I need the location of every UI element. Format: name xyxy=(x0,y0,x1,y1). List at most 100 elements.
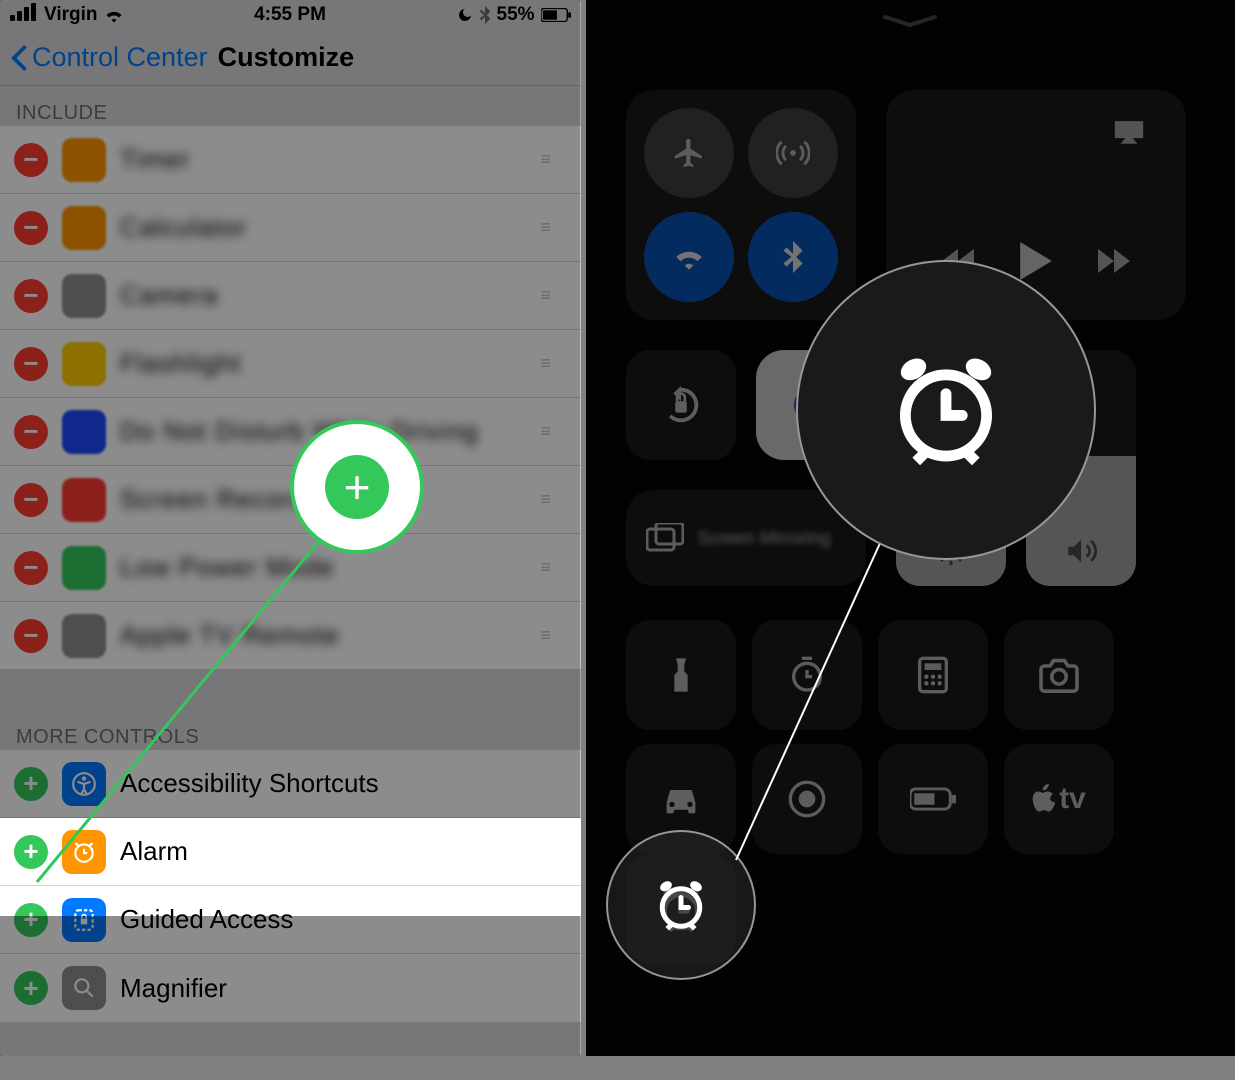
row-label: Timer xyxy=(120,144,541,175)
apple-tv-label: tv xyxy=(1059,782,1086,816)
calculator-button[interactable] xyxy=(878,620,988,730)
more-row-alarm[interactable]: + Alarm xyxy=(0,818,581,886)
wifi-icon xyxy=(104,7,124,23)
chevron-left-icon xyxy=(10,45,28,71)
clock-time: 4:55 PM xyxy=(254,4,326,26)
row-label: Calculator xyxy=(120,212,541,243)
row-label: Alarm xyxy=(120,836,567,867)
row-label: Low Power Mode xyxy=(120,552,541,583)
remove-button[interactable]: − xyxy=(14,211,48,245)
remove-button[interactable]: − xyxy=(14,143,48,177)
remove-button[interactable]: − xyxy=(14,347,48,381)
orientation-lock-toggle[interactable] xyxy=(626,350,736,460)
row-label: Magnifier xyxy=(120,973,567,1004)
signal-bars-icon xyxy=(10,3,38,27)
remove-button[interactable]: − xyxy=(14,551,48,585)
include-row[interactable]: − Apple TV Remote ≡ xyxy=(0,602,581,670)
add-button[interactable]: + xyxy=(14,903,48,937)
prev-track-icon[interactable] xyxy=(941,249,975,273)
more-row-magnifier[interactable]: + Magnifier xyxy=(0,954,581,1022)
screen-mirroring-label: Screen Mirroring xyxy=(698,528,831,549)
plus-icon: + xyxy=(325,455,389,519)
calculator-icon xyxy=(62,206,106,250)
back-button-label: Control Center xyxy=(32,42,208,73)
low-power-icon xyxy=(62,546,106,590)
row-label: Apple TV Remote xyxy=(120,620,541,651)
add-button[interactable]: + xyxy=(14,971,48,1005)
flashlight-button[interactable] xyxy=(626,620,736,730)
include-row[interactable]: − Calculator ≡ xyxy=(0,194,581,262)
timer-button[interactable] xyxy=(752,620,862,730)
accessibility-icon xyxy=(62,762,106,806)
do-not-disturb-toggle[interactable] xyxy=(756,350,866,460)
screen-record-button[interactable] xyxy=(752,744,862,854)
screen-recording-icon xyxy=(62,478,106,522)
next-track-icon[interactable] xyxy=(1097,249,1131,273)
remove-button[interactable]: − xyxy=(14,279,48,313)
include-row[interactable]: − Do Not Disturb While Driving ≡ xyxy=(0,398,581,466)
cellular-data-toggle[interactable] xyxy=(748,108,838,198)
row-label: Flashlight xyxy=(120,348,541,379)
back-button[interactable]: Control Center xyxy=(10,42,208,73)
apple-tv-button[interactable]: tv xyxy=(1004,744,1114,854)
include-row[interactable]: − Flashlight ≡ xyxy=(0,330,581,398)
volume-slider[interactable] xyxy=(1026,350,1136,586)
connectivity-module[interactable] xyxy=(626,90,856,320)
reorder-handle-icon[interactable]: ≡ xyxy=(541,625,567,646)
carrier-name: Virgin xyxy=(44,4,98,26)
include-row[interactable]: − Timer ≡ xyxy=(0,126,581,194)
remove-button[interactable]: − xyxy=(14,415,48,449)
reorder-handle-icon[interactable]: ≡ xyxy=(541,421,567,442)
reorder-handle-icon[interactable]: ≡ xyxy=(541,557,567,578)
more-row-guided-access[interactable]: + Guided Access xyxy=(0,886,581,954)
more-row-accessibility[interactable]: + Accessibility Shortcuts xyxy=(0,750,581,818)
appletv-remote-icon xyxy=(62,614,106,658)
include-row[interactable]: − Camera ≡ xyxy=(0,262,581,330)
media-module[interactable] xyxy=(886,90,1186,320)
callout-add-button-zoom: + xyxy=(290,420,424,554)
alarm-clock-icon xyxy=(656,884,706,934)
do-not-disturb-icon xyxy=(457,7,473,23)
add-button[interactable]: + xyxy=(14,767,48,801)
wifi-toggle[interactable] xyxy=(644,212,734,302)
section-header-more: MORE CONTROLS xyxy=(0,710,581,750)
battery-icon xyxy=(541,8,571,22)
brightness-slider[interactable] xyxy=(896,350,1006,586)
carplay-button[interactable] xyxy=(626,744,736,854)
nav-bar: Control Center Customize xyxy=(0,30,581,86)
flashlight-icon xyxy=(62,342,106,386)
reorder-handle-icon[interactable]: ≡ xyxy=(541,489,567,510)
row-label: Accessibility Shortcuts xyxy=(120,768,567,799)
timer-icon xyxy=(62,138,106,182)
camera-button[interactable] xyxy=(1004,620,1114,730)
magnifier-icon xyxy=(62,966,106,1010)
play-icon[interactable] xyxy=(1019,242,1053,280)
include-row[interactable]: − Low Power Mode ≡ xyxy=(0,534,581,602)
airplane-mode-toggle[interactable] xyxy=(644,108,734,198)
camera-icon xyxy=(62,274,106,318)
remove-button[interactable]: − xyxy=(14,619,48,653)
add-button[interactable]: + xyxy=(14,835,48,869)
reorder-handle-icon[interactable]: ≡ xyxy=(541,217,567,238)
guided-access-icon xyxy=(62,898,106,942)
row-label: Guided Access xyxy=(120,904,567,935)
screen-mirroring-button[interactable]: Screen Mirroring xyxy=(626,490,866,586)
remove-button[interactable]: − xyxy=(14,483,48,517)
bluetooth-icon xyxy=(479,6,491,24)
airplay-icon[interactable] xyxy=(1112,114,1146,148)
row-label: Camera xyxy=(120,280,541,311)
reorder-handle-icon[interactable]: ≡ xyxy=(541,149,567,170)
alarm-icon xyxy=(62,830,106,874)
reorder-handle-icon[interactable]: ≡ xyxy=(541,285,567,306)
page-title: Customize xyxy=(218,42,355,73)
reorder-handle-icon[interactable]: ≡ xyxy=(541,353,567,374)
chevron-down-icon[interactable] xyxy=(880,14,940,30)
bluetooth-toggle[interactable] xyxy=(748,212,838,302)
status-bar: Virgin 4:55 PM 55% xyxy=(0,0,581,30)
settings-customize-pane: Virgin 4:55 PM 55% xyxy=(0,0,581,1056)
section-header-include: INCLUDE xyxy=(0,86,581,126)
control-center-pane: Screen Mirroring tv xyxy=(586,0,1235,1056)
low-power-button[interactable] xyxy=(878,744,988,854)
dnd-driving-icon xyxy=(62,410,106,454)
alarm-control-button[interactable] xyxy=(626,854,736,964)
